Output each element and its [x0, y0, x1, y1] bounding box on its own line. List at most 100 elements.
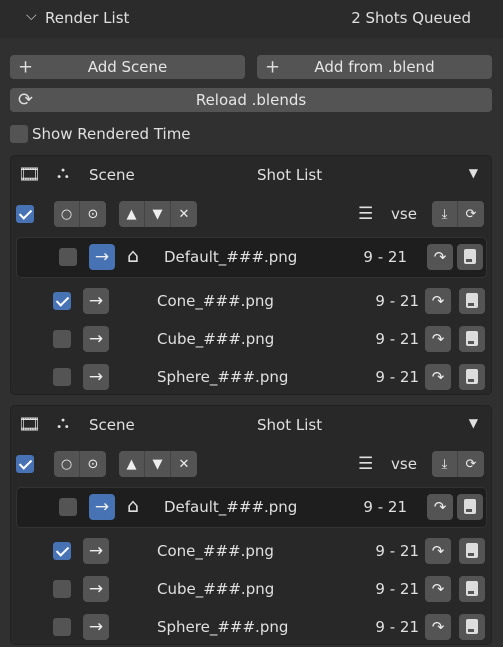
shot-row[interactable]: → ⌂ Default_###.png 9 - 21 ↷ — [11, 242, 491, 272]
output-disk-icon[interactable] — [459, 288, 485, 314]
scene-icon: ⛬ — [57, 163, 69, 183]
shot-filename: Cube_###.png — [157, 580, 275, 598]
redo-render-icon[interactable]: ↷ — [427, 494, 453, 520]
output-disk-icon[interactable] — [459, 614, 485, 640]
refresh-icon[interactable]: ⟳ — [458, 451, 484, 477]
show-rendered-time-label: Show Rendered Time — [32, 125, 191, 143]
panel-title: Render List — [45, 9, 130, 27]
shot-list-label: Shot List — [257, 416, 323, 434]
shot-enabled-checkbox[interactable] — [53, 330, 71, 348]
shot-enabled-checkbox[interactable] — [59, 498, 77, 516]
import-icon[interactable]: ⤓ — [432, 201, 458, 227]
redo-render-icon[interactable]: ↷ — [425, 576, 451, 602]
move-up-icon[interactable]: ▲ — [119, 451, 145, 477]
scene-name[interactable]: Scene — [89, 166, 135, 184]
show-rendered-time-checkbox[interactable] — [10, 125, 28, 143]
shot-enabled-checkbox[interactable] — [59, 248, 77, 266]
collapse-chevron-icon[interactable]: ⌵ — [26, 8, 37, 24]
shot-filename: Sphere_###.png — [157, 368, 289, 386]
set-active-arrow-icon[interactable]: → — [83, 614, 109, 640]
refresh-icon: ⟳ — [18, 89, 34, 111]
move-buttons: ▲ ▼ ✕ — [119, 201, 197, 227]
shot-row[interactable]: → Cube_###.png 9 - 21 ↷ — [11, 574, 491, 604]
sync-buttons: ⤓ ⟳ — [432, 201, 484, 227]
select-buttons: ○ ⊙ — [54, 201, 106, 227]
shot-row[interactable]: → Cone_###.png 9 - 21 ↷ — [11, 286, 491, 316]
add-scene-label: Add Scene — [87, 58, 168, 76]
set-active-arrow-icon[interactable]: → — [83, 288, 109, 314]
plus-icon: + — [18, 56, 34, 78]
remove-x-icon[interactable]: ✕ — [171, 201, 197, 227]
shot-row[interactable]: → Cone_###.png 9 - 21 ↷ — [11, 536, 491, 566]
shot-filename: Cone_###.png — [157, 542, 274, 560]
collection-name[interactable]: vse — [391, 205, 417, 223]
output-disk-icon[interactable] — [459, 576, 485, 602]
frame-range: 9 - 21 — [375, 618, 419, 636]
shot-filename: Sphere_###.png — [157, 618, 289, 636]
select-buttons: ○ ⊙ — [54, 451, 106, 477]
redo-render-icon[interactable]: ↷ — [427, 244, 453, 270]
block-enabled-checkbox[interactable] — [16, 455, 34, 473]
redo-render-icon[interactable]: ↷ — [425, 538, 451, 564]
move-down-icon[interactable]: ▼ — [145, 201, 171, 227]
add-from-blend-label: Add from .blend — [314, 58, 435, 76]
output-disk-icon[interactable] — [459, 326, 485, 352]
select-linked-icon[interactable]: ⊙ — [80, 451, 106, 477]
scene-block: 🎞 ⛬ Scene Shot List ▼ ○ ⊙ ▲ ▼ ✕ ☰ vse ⤓ ⟳ → … — [10, 405, 492, 645]
shot-filename: Cone_###.png — [157, 292, 274, 310]
block-enabled-checkbox[interactable] — [16, 205, 34, 223]
output-disk-icon[interactable] — [457, 494, 483, 520]
set-active-arrow-icon[interactable]: → — [83, 576, 109, 602]
shot-enabled-checkbox[interactable] — [53, 292, 71, 310]
set-active-arrow-icon[interactable]: → — [83, 364, 109, 390]
shot-filename: Default_###.png — [164, 498, 298, 516]
shot-row[interactable]: → Sphere_###.png 9 - 21 ↷ — [11, 362, 491, 392]
set-active-arrow-icon[interactable]: → — [89, 244, 115, 270]
output-disk-icon[interactable] — [459, 364, 485, 390]
shot-row[interactable]: → ⌂ Default_###.png 9 - 21 ↷ — [11, 492, 491, 522]
shot-enabled-checkbox[interactable] — [53, 368, 71, 386]
redo-render-icon[interactable]: ↷ — [425, 326, 451, 352]
home-icon: ⌂ — [127, 245, 140, 267]
shot-row[interactable]: → Cube_###.png 9 - 21 ↷ — [11, 324, 491, 354]
plus-icon: + — [265, 56, 281, 78]
select-linked-icon[interactable]: ⊙ — [80, 201, 106, 227]
set-active-arrow-icon[interactable]: → — [83, 326, 109, 352]
dropdown-triangle-icon[interactable]: ▼ — [469, 166, 478, 180]
output-disk-icon[interactable] — [459, 538, 485, 564]
panel-header[interactable]: ⌵ Render List 2 Shots Queued — [0, 0, 503, 38]
home-icon: ⌂ — [127, 495, 140, 517]
scene-name[interactable]: Scene — [89, 416, 135, 434]
circle-icon[interactable]: ○ — [54, 201, 80, 227]
circle-icon[interactable]: ○ — [54, 451, 80, 477]
queued-status: 2 Shots Queued — [351, 9, 471, 27]
shot-enabled-checkbox[interactable] — [53, 542, 71, 560]
remove-x-icon[interactable]: ✕ — [171, 451, 197, 477]
frame-range: 9 - 21 — [375, 542, 419, 560]
redo-render-icon[interactable]: ↷ — [425, 364, 451, 390]
move-up-icon[interactable]: ▲ — [119, 201, 145, 227]
redo-render-icon[interactable]: ↷ — [425, 288, 451, 314]
add-from-blend-button[interactable]: + Add from .blend — [257, 55, 492, 79]
scene-icon: ⛬ — [57, 413, 69, 433]
set-active-arrow-icon[interactable]: → — [83, 538, 109, 564]
dropdown-triangle-icon[interactable]: ▼ — [469, 416, 478, 430]
collection-name[interactable]: vse — [391, 455, 417, 473]
redo-render-icon[interactable]: ↷ — [425, 614, 451, 640]
reload-label: Reload .blends — [195, 91, 307, 109]
add-scene-button[interactable]: + Add Scene — [10, 55, 245, 79]
frame-range: 9 - 21 — [363, 248, 407, 266]
shot-row[interactable]: → Sphere_###.png 9 - 21 ↷ — [11, 612, 491, 642]
move-down-icon[interactable]: ▼ — [145, 451, 171, 477]
collection-icon: ☰ — [358, 204, 374, 224]
reload-blends-button[interactable]: ⟳ Reload .blends — [10, 88, 492, 112]
shot-filename: Cube_###.png — [157, 330, 275, 348]
output-disk-icon[interactable] — [457, 244, 483, 270]
move-buttons: ▲ ▼ ✕ — [119, 451, 197, 477]
set-active-arrow-icon[interactable]: → — [89, 494, 115, 520]
import-icon[interactable]: ⤓ — [432, 451, 458, 477]
shot-enabled-checkbox[interactable] — [53, 618, 71, 636]
frame-range: 9 - 21 — [375, 580, 419, 598]
refresh-icon[interactable]: ⟳ — [458, 201, 484, 227]
shot-enabled-checkbox[interactable] — [53, 580, 71, 598]
